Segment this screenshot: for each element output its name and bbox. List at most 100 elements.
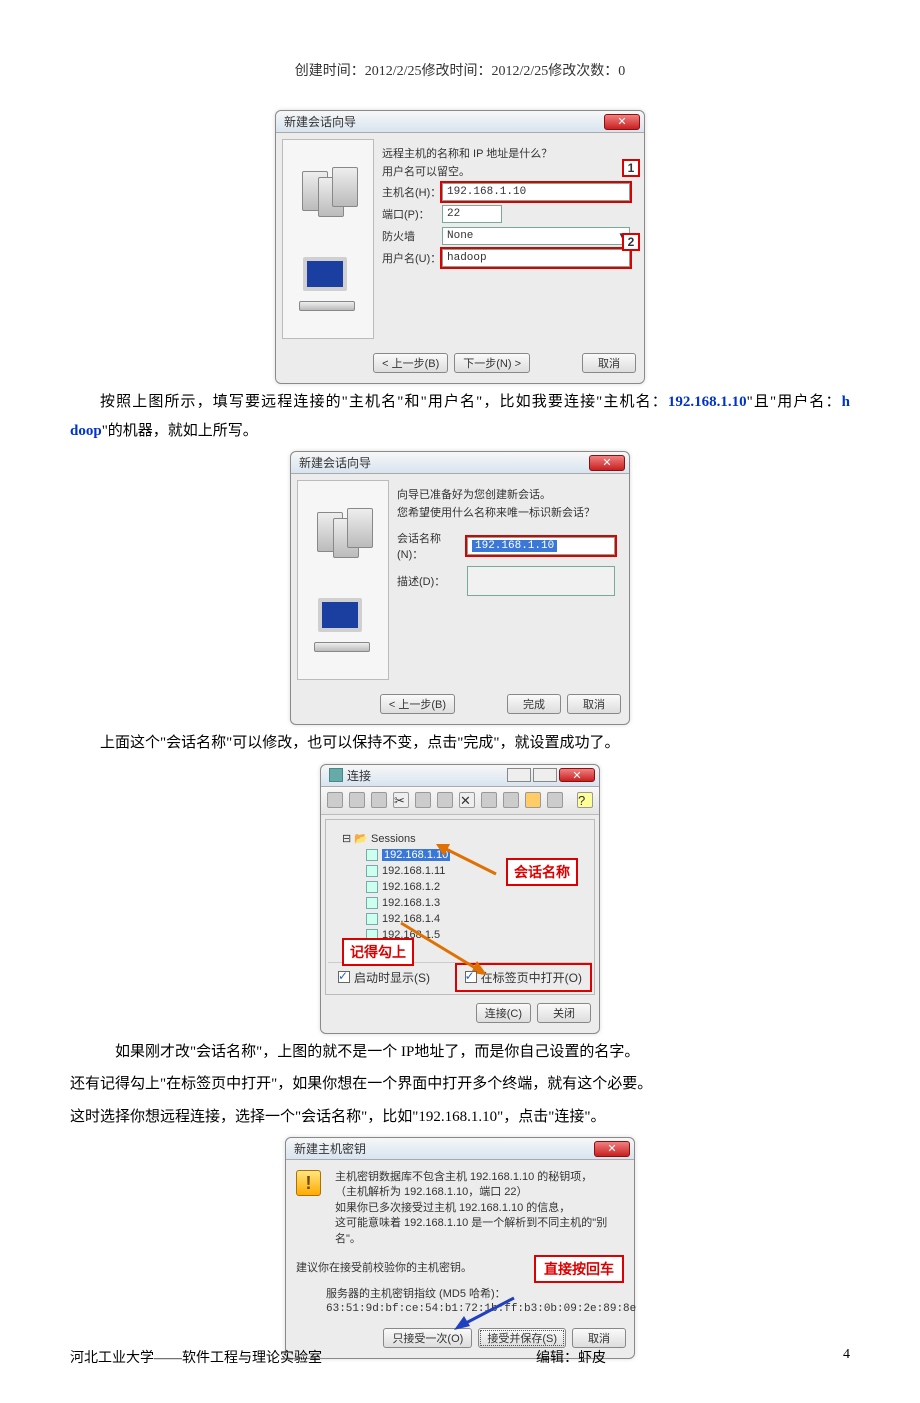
session-label: 192.168.1.3 [382,897,440,909]
server-icon [302,167,354,215]
annotation-session-name: 会话名称 [506,858,578,886]
wizard1-q2: 用户名可以留空。 [382,163,630,179]
tool-icon[interactable] [371,792,387,808]
session-item-3[interactable]: 192.168.1.3 [366,895,582,911]
port-input[interactable]: 22 [442,205,502,223]
close-icon[interactable]: ✕ [589,455,625,471]
arrow-icon [454,1296,524,1332]
annotation-press-enter: 直接按回车 [534,1255,624,1283]
tool-icon[interactable] [327,792,343,808]
wizard2-l2: 您希望使用什么名称来唯一标识新会话？ [397,504,615,520]
paragraph-2: 上面这个"会话名称"可以修改，也可以保持不变，点击"完成"，就设置成功了。 [70,729,850,758]
session-icon [366,897,378,909]
pc-icon [299,257,357,311]
connect-button[interactable]: 连接(C) [476,1003,531,1023]
port-label: 端口(P)： [382,206,442,222]
wizard2-graphic [297,480,389,680]
hostkey-l1: 主机密钥数据库不包含主机 192.168.1.10 的秘钥项， [335,1170,620,1185]
minimize-icon[interactable] [507,768,531,782]
firewall-value: None [447,230,473,242]
wizard1-q1: 远程主机的名称和 IP 地址是什么？ [382,145,630,161]
desc-input[interactable] [467,566,615,596]
callout-2: 2 [622,233,640,251]
cancel-button[interactable]: 取消 [582,353,636,373]
folder-icon[interactable] [525,792,541,808]
pc-icon [314,598,372,652]
arrow-icon [436,844,506,884]
copy-icon[interactable] [415,792,431,808]
session-icon [366,913,378,925]
connect-toolbar: ✂ ✕ ? [321,787,599,815]
prev-button[interactable]: < 上一步(B) [373,353,448,373]
wizard1-titlebar: 新建会话向导 ✕ [276,111,644,133]
wizard2-title: 新建会话向导 [299,454,371,471]
cancel-button[interactable]: 取消 [572,1328,626,1348]
firewall-select[interactable]: None ▾ [442,227,630,245]
host-label: 主机名(H)： [382,184,442,200]
cancel-button[interactable]: 取消 [567,694,621,714]
user-label: 用户名(U)： [382,250,442,266]
connect-window: 连接 ✕ ✂ ✕ ? [320,764,600,1034]
paragraph-3a: 如果刚才改"会话名称"，上图的就不是一个 IP地址了，而是你自己设置的名字。 [70,1038,850,1067]
p1e: "的机器，就如上所写。 [102,423,258,439]
checkbox-label: 在标签页中打开(O) [481,969,582,986]
session-name-value: 192.168.1.10 [472,540,557,552]
hostkey-titlebar: 新建主机密钥 ✕ [286,1138,634,1160]
wizard2-l1: 向导已准备好为您创建新会话。 [397,486,615,502]
close-button[interactable]: 关闭 [537,1003,591,1023]
connect-titlebar: 连接 ✕ [321,765,599,787]
app-icon [329,768,343,782]
session-name-label: 会话名称(N)： [397,530,467,562]
close-icon[interactable]: ✕ [594,1141,630,1157]
desc-label: 描述(D)： [397,573,467,589]
p1c: "且"用户名： [747,394,842,410]
done-button[interactable]: 完成 [507,694,561,714]
footer-left: 河北工业大学——软件工程与理论实验室 [70,1347,322,1367]
wizard1-graphic [282,139,374,339]
tool-icon[interactable] [547,792,563,808]
close-icon[interactable]: ✕ [604,114,640,130]
prev-button[interactable]: < 上一步(B) [380,694,455,714]
footer-page: 4 [820,1347,850,1367]
hostkey-l4: 这可能意味着 192.168.1.10 是一个解析到不同主机的"别名"。 [335,1216,620,1247]
checkbox-icon [338,971,350,983]
hostkey-window: 新建主机密钥 ✕ ! 主机密钥数据库不包含主机 192.168.1.10 的秘钥… [285,1137,635,1359]
firewall-label: 防火墙 [382,228,442,244]
paragraph-3c: 这时选择你想远程连接，选择一个"会话名称"，比如"192.168.1.10"，点… [70,1103,850,1132]
session-icon [366,865,378,877]
wizard1-window: 新建会话向导 ✕ 远程主机的名称和 IP 地址是什么？ 用户名可以留空。 主机名… [275,110,645,384]
tool-icon[interactable] [481,792,497,808]
page-header: 创建时间：2012/2/25修改时间：2012/2/25修改次数：0 [70,60,850,80]
paste-icon[interactable] [437,792,453,808]
paragraph-1: 按照上图所示，填写要远程连接的"主机名"和"用户名"，比如我要连接"主机名：19… [70,388,850,445]
hostkey-l2: （主机解析为 192.168.1.10，端口 22） [335,1185,620,1200]
wizard2-window: 新建会话向导 ✕ 向导已准备好为您创建新会话。 您希望使用什么名称来唯一标识新会… [290,451,630,725]
session-icon [366,849,378,861]
user-input[interactable]: hadoop [442,249,630,267]
wizard1-title: 新建会话向导 [284,113,356,130]
hostkey-l5: 建议你在接受前校验你的主机密钥。 [296,1261,472,1276]
cut-icon[interactable]: ✂ [393,792,409,808]
close-icon[interactable]: ✕ [559,768,595,782]
next-button[interactable]: 下一步(N) > [454,353,530,373]
p1a: 按照上图所示，填写要远程连接的"主机名"和"用户名"，比如我要连接"主机名： [100,394,668,410]
session-icon [366,881,378,893]
session-label: 192.168.1.2 [382,881,440,893]
delete-icon[interactable]: ✕ [459,792,475,808]
checkbox-icon [465,971,477,983]
maximize-icon[interactable] [533,768,557,782]
session-name-input[interactable]: 192.168.1.10 [467,537,615,555]
paragraph-3b: 还有记得勾上"在标签页中打开"，如果你想在一个界面中打开多个终端，就有这个必要。 [70,1070,850,1099]
help-icon[interactable]: ? [577,792,593,808]
wizard2-titlebar: 新建会话向导 ✕ [291,452,629,474]
server-icon [317,508,369,556]
tool-icon[interactable] [349,792,365,808]
p1-host: 192.168.1.10 [668,394,747,410]
footer-editor: 编辑：虾皮 [536,1347,606,1367]
host-input[interactable]: 192.168.1.10 [442,183,630,201]
find-icon[interactable] [503,792,519,808]
callout-1: 1 [622,159,640,177]
hostkey-title: 新建主机密钥 [294,1140,366,1157]
folder-label: Sessions [371,833,416,845]
hostkey-l3: 如果你已多次接受过主机 192.168.1.10 的信息， [335,1201,620,1216]
